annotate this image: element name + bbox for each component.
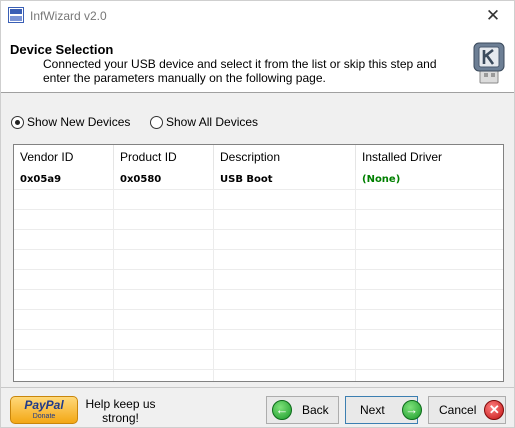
empty-row xyxy=(14,330,503,350)
column-header-vendor-id[interactable]: Vendor ID xyxy=(14,145,114,170)
show-new-devices-radio[interactable]: Show New Devices xyxy=(11,113,130,131)
column-header-installed-driver[interactable]: Installed Driver xyxy=(356,145,503,170)
product-id-cell: 0x0580 xyxy=(114,170,214,190)
show-all-devices-radio[interactable]: Show All Devices xyxy=(150,113,258,131)
empty-row xyxy=(14,350,503,370)
column-header-description[interactable]: Description xyxy=(214,145,356,170)
empty-row xyxy=(14,210,503,230)
description-cell: USB Boot xyxy=(214,170,356,190)
wizard-header: Device Selection Connected your USB devi… xyxy=(1,33,514,93)
radio-checked-indicator xyxy=(11,115,24,129)
paypal-donate-label: Donate xyxy=(32,413,56,420)
infwizard-window: InfWizard v2.0 ✕ Device Selection Connec… xyxy=(0,0,515,428)
empty-row xyxy=(14,190,503,210)
column-header-product-id[interactable]: Product ID xyxy=(114,145,214,170)
arrow-right-icon: → xyxy=(401,400,422,420)
empty-row xyxy=(14,270,503,290)
paypal-donate-button[interactable]: PayPal Donate xyxy=(10,396,78,424)
vendor-id-cell: 0x05a9 xyxy=(14,170,114,190)
page-description: Connected your USB device and select it … xyxy=(43,57,437,85)
empty-row xyxy=(14,230,503,250)
table-header: Vendor ID Product ID Description Install… xyxy=(14,145,503,170)
empty-row xyxy=(14,370,503,381)
next-button[interactable]: Next → xyxy=(345,396,422,424)
cancel-button-label: Cancel xyxy=(439,403,477,417)
empty-row xyxy=(14,290,503,310)
arrow-left-icon: ← xyxy=(272,400,292,420)
window-title: InfWizard v2.0 xyxy=(30,9,107,23)
page-title: Device Selection xyxy=(10,42,114,57)
installed-driver-cell: (None) xyxy=(362,174,401,185)
close-icon: ✕ xyxy=(484,400,505,420)
cancel-button[interactable]: Cancel ✕ xyxy=(428,396,506,424)
table-row[interactable]: 0x05a9 0x0580 USB Boot (None) xyxy=(14,170,503,190)
radio-label: Show All Devices xyxy=(166,115,259,129)
back-button-label: Back xyxy=(302,403,329,417)
app-icon xyxy=(8,7,24,23)
back-button[interactable]: ← Back xyxy=(266,396,339,424)
empty-row xyxy=(14,250,503,270)
footer-divider xyxy=(1,387,514,388)
empty-row xyxy=(14,310,503,330)
usb-drive-icon xyxy=(473,42,505,84)
radio-unchecked-indicator xyxy=(150,115,163,129)
radio-label: Show New Devices xyxy=(27,115,131,129)
help-text: Help keep us strong! xyxy=(85,397,156,425)
close-icon[interactable]: ✕ xyxy=(482,5,504,27)
device-list: Vendor ID Product ID Description Install… xyxy=(13,144,504,382)
title-bar: InfWizard v2.0 ✕ xyxy=(1,1,514,33)
next-button-label: Next xyxy=(360,403,385,417)
paypal-logo-text: PayPal xyxy=(24,398,64,412)
